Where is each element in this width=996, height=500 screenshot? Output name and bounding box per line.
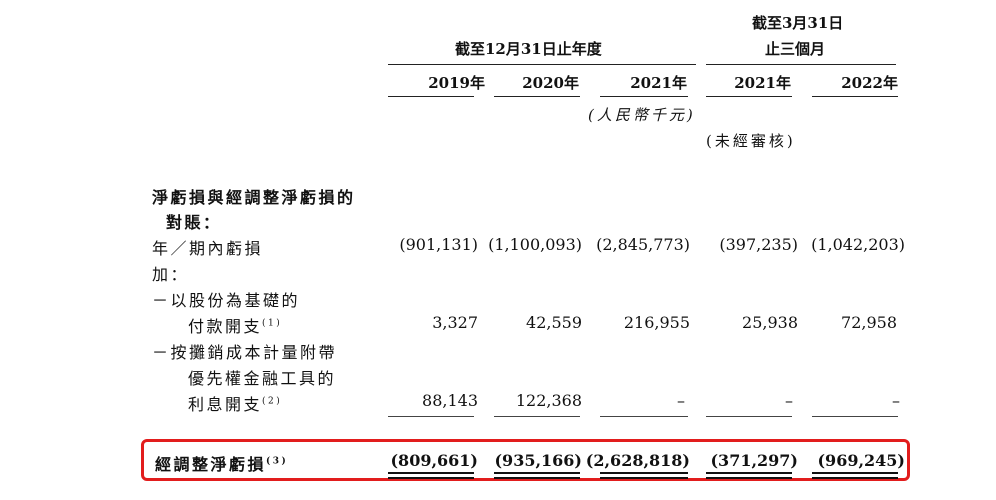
adjusted-footnote: (3) — [266, 456, 289, 467]
adjusted-value-2021: (2,628,818) — [585, 451, 690, 470]
reconciliation-title-line1: 淨虧損與經調整淨虧損的 — [152, 188, 356, 207]
sbc-footnote: (1) — [262, 318, 283, 329]
sbc-value-2019: 3,327 — [432, 313, 478, 332]
year-rule-2021 — [600, 96, 688, 97]
unaudited-note: (未經審核) — [706, 132, 796, 150]
year-header-2021: 2021年 — [630, 74, 687, 92]
loss-value-2022-q1: (1,042,203) — [811, 235, 905, 254]
adjusted-value-2021-q1: (371,297) — [710, 451, 798, 470]
interest-label-line1: －按攤銷成本計量附帶 — [152, 343, 338, 362]
header-year-end-group: 截至12月31日止年度 — [455, 40, 602, 58]
loss-value-2020: (1,100,093) — [488, 235, 582, 254]
year-rule-2019 — [388, 96, 474, 97]
header-march-rule — [706, 64, 896, 65]
add-label: 加： — [152, 265, 190, 284]
year-header-2021-q1: 2021年 — [734, 74, 791, 92]
total-double-rule-2021-q1 — [706, 472, 792, 474]
interest-value-2019: 88,143 — [422, 391, 478, 410]
interest-label-line2: 優先權金融工具的 — [188, 369, 337, 388]
year-header-2022-q1: 2022年 — [841, 74, 898, 92]
header-march-group-line2: 止三個月 — [765, 40, 826, 58]
interest-value-2021-q1: – — [785, 391, 793, 410]
header-march-group-line1: 截至3月31日 — [752, 14, 844, 32]
interest-value-2022-q1: – — [892, 391, 900, 410]
sbc-value-2022-q1: 72,958 — [841, 313, 897, 332]
subtotal-rule-2022-q1 — [812, 416, 898, 417]
total-double-rule-2019 — [388, 472, 474, 474]
interest-footnote: (2) — [262, 396, 283, 407]
subtotal-rule-2021-q1 — [706, 416, 792, 417]
adjusted-value-2020: (935,166) — [494, 451, 582, 470]
currency-note: (人民幣千元) — [588, 106, 696, 124]
adjusted-value-2022-q1: (969,245) — [817, 451, 905, 470]
interest-label-line3: 利息開支(2) — [188, 395, 283, 414]
loss-value-2019: (901,131) — [399, 235, 478, 254]
total-double-rule2-2019 — [388, 477, 474, 479]
total-double-rule2-2021 — [600, 477, 688, 479]
sbc-value-2021-q1: 25,938 — [742, 313, 798, 332]
adjusted-net-loss-label: 經調整淨虧損(3) — [155, 455, 289, 474]
total-double-rule-2020 — [494, 472, 580, 474]
sbc-value-2020: 42,559 — [526, 313, 582, 332]
year-rule-2021-q1 — [706, 96, 792, 97]
total-double-rule-2022-q1 — [812, 472, 898, 474]
adjusted-value-2019: (809,661) — [390, 451, 478, 470]
total-double-rule2-2020 — [494, 477, 580, 479]
subtotal-rule-2021 — [600, 416, 688, 417]
total-double-rule-2021 — [600, 472, 688, 474]
interest-value-2020: 122,368 — [515, 391, 582, 410]
total-double-rule2-2021-q1 — [706, 477, 792, 479]
year-rule-2020 — [494, 96, 580, 97]
year-header-2020: 2020年 — [522, 74, 579, 92]
loss-label: 年／期內虧損 — [152, 239, 264, 258]
sbc-label-line1: －以股份為基礎的 — [152, 291, 301, 310]
year-header-2019: 2019年 — [428, 74, 485, 92]
header-year-end-rule — [388, 64, 696, 65]
subtotal-rule-2020 — [494, 416, 580, 417]
sbc-label-line2: 付款開支(1) — [188, 317, 283, 336]
interest-value-2021: – — [677, 391, 685, 410]
loss-value-2021-q1: (397,235) — [719, 235, 798, 254]
subtotal-rule-2019 — [388, 416, 474, 417]
loss-value-2021: (2,845,773) — [596, 235, 690, 254]
total-double-rule2-2022-q1 — [812, 477, 898, 479]
reconciliation-title-line2: 對賬： — [166, 213, 222, 232]
year-rule-2022-q1 — [812, 96, 898, 97]
sbc-value-2021: 216,955 — [623, 313, 690, 332]
